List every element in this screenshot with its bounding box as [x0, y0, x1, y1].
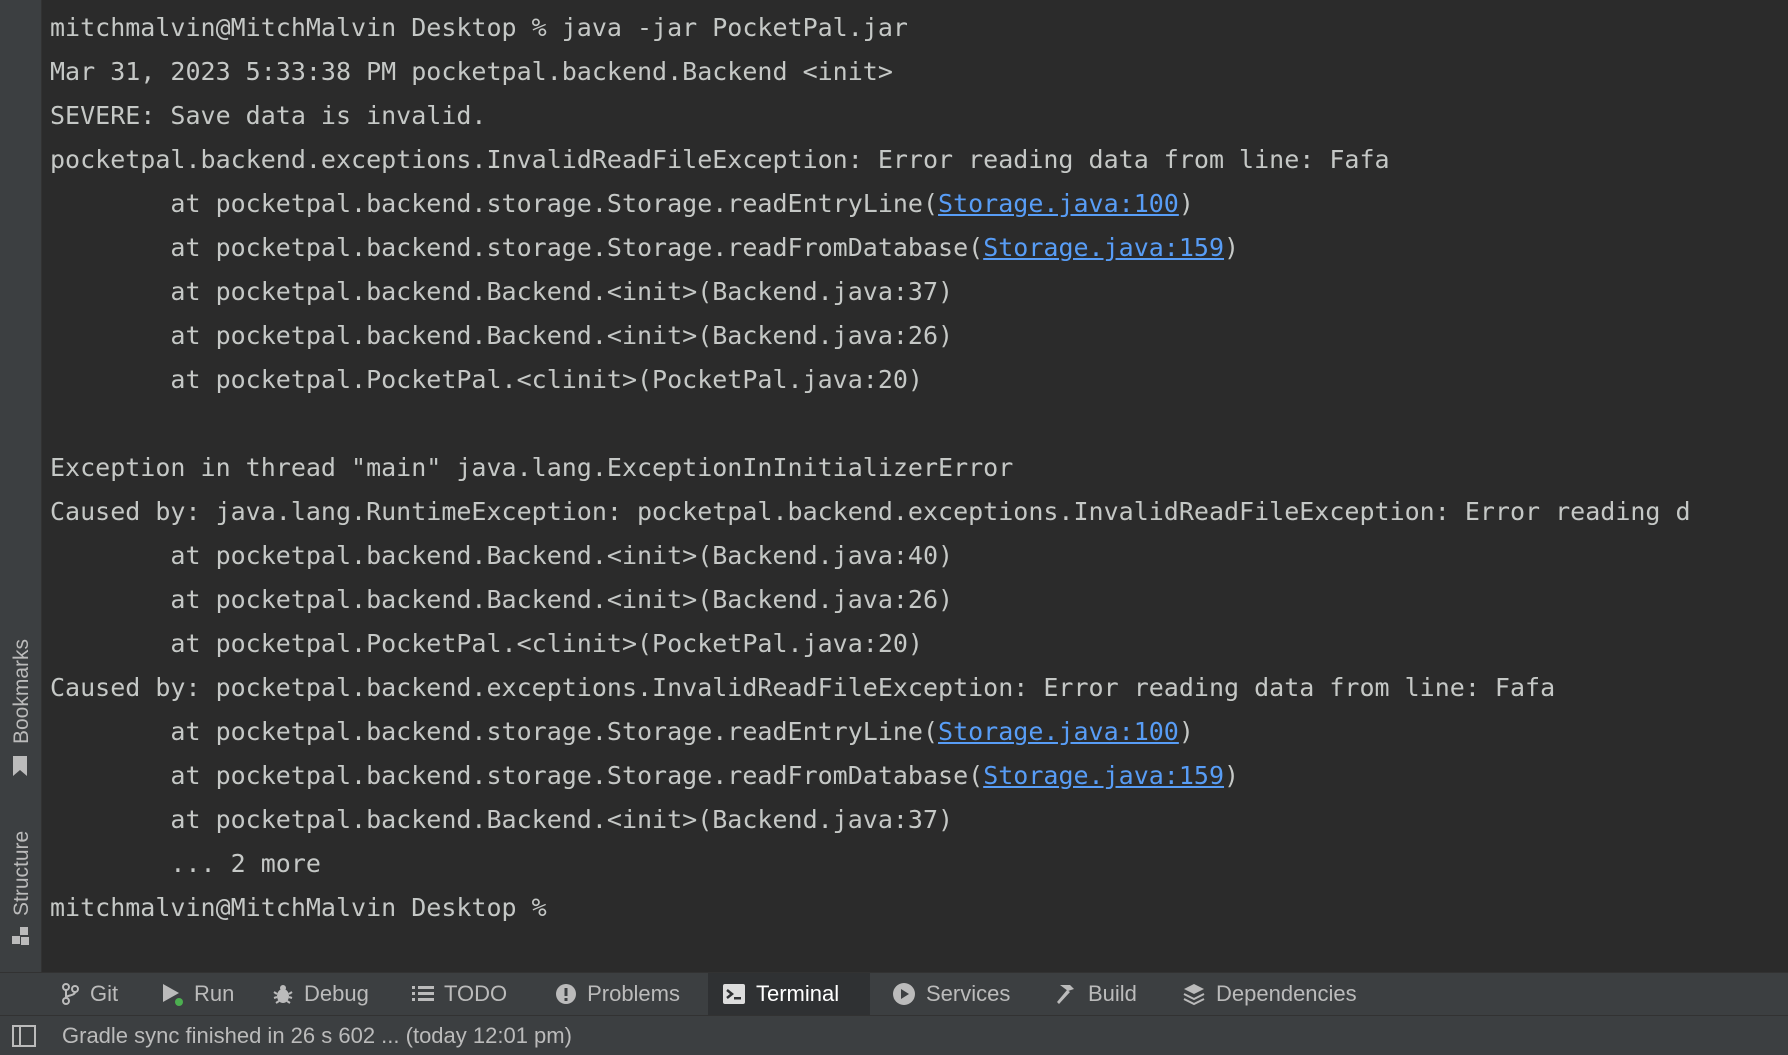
terminal-line: ... 2 more	[50, 849, 321, 878]
tab-dependencies[interactable]: Dependencies	[1168, 973, 1378, 1015]
tab-services[interactable]: Services	[878, 973, 1024, 1015]
tool-windows-toggle-icon[interactable]	[12, 1025, 36, 1047]
terminal-line: at pocketpal.backend.storage.Storage.rea…	[50, 754, 1239, 798]
structure-icon	[12, 927, 30, 951]
terminal-line: Mar 31, 2023 5:33:38 PM pocketpal.backen…	[50, 57, 893, 86]
ide-window: Bookmarks Structure mitchmalvin@MitchMal…	[0, 0, 1788, 1055]
tab-debug[interactable]: Debug	[258, 973, 380, 1015]
terminal-line: Caused by: java.lang.RuntimeException: p…	[50, 497, 1691, 526]
terminal-line: at pocketpal.backend.Backend.<init>(Back…	[50, 277, 954, 306]
source-file-link[interactable]: Storage.java:100	[938, 717, 1179, 746]
terminal-line-text: at pocketpal.backend.storage.Storage.rea…	[50, 717, 939, 746]
tab-terminal[interactable]: Terminal	[708, 973, 870, 1015]
terminal-line: at pocketpal.PocketPal.<clinit>(PocketPa…	[50, 365, 923, 394]
status-bar: Gradle sync finished in 26 s 602 ... (to…	[0, 1015, 1788, 1055]
bookmarks-label: Bookmarks	[10, 638, 33, 744]
git-branch-icon	[60, 982, 80, 1006]
terminal-line-text: )	[1178, 189, 1194, 218]
bookmarks-tool-tab[interactable]: Bookmarks	[0, 620, 41, 780]
terminal-line: at pocketpal.backend.Backend.<init>(Back…	[50, 321, 954, 350]
debug-icon	[272, 982, 294, 1006]
terminal-line-text: )	[1224, 233, 1240, 262]
status-message[interactable]: Gradle sync finished in 26 s 602 ... (to…	[62, 1016, 572, 1055]
build-icon	[1054, 982, 1078, 1006]
todo-icon	[412, 982, 434, 1006]
terminal-line: at pocketpal.PocketPal.<clinit>(PocketPa…	[50, 629, 923, 658]
tab-build-label: Build	[1088, 981, 1137, 1006]
tab-services-label: Services	[926, 981, 1011, 1006]
terminal-icon	[722, 982, 746, 1006]
terminal-line: at pocketpal.backend.storage.Storage.rea…	[50, 226, 1239, 270]
tab-problems[interactable]: Problems	[540, 973, 696, 1015]
terminal-line-text: )	[1224, 761, 1240, 790]
terminal-line-text: at pocketpal.backend.storage.Storage.rea…	[50, 761, 984, 790]
tab-todo[interactable]: TODO	[398, 973, 516, 1015]
terminal-line: at pocketpal.backend.Backend.<init>(Back…	[50, 541, 954, 570]
tab-build[interactable]: Build	[1040, 973, 1146, 1015]
terminal-line: Exception in thread "main" java.lang.Exc…	[50, 453, 1014, 482]
services-icon	[892, 982, 916, 1006]
terminal-line: pocketpal.backend.exceptions.InvalidRead…	[50, 145, 1390, 174]
terminal-line-text: at pocketpal.backend.storage.Storage.rea…	[50, 189, 939, 218]
terminal-line: at pocketpal.backend.Backend.<init>(Back…	[50, 585, 954, 614]
source-file-link[interactable]: Storage.java:100	[938, 189, 1179, 218]
tab-todo-label: TODO	[444, 981, 508, 1006]
run-icon	[160, 982, 184, 1006]
tab-problems-label: Problems	[587, 981, 680, 1006]
terminal-line: at pocketpal.backend.Backend.<init>(Back…	[50, 805, 954, 834]
terminal-line: SEVERE: Save data is invalid.	[50, 101, 487, 130]
tab-git-label: Git	[90, 981, 119, 1006]
problems-icon	[554, 982, 577, 1006]
structure-label: Structure	[10, 830, 33, 916]
tab-terminal-label: Terminal	[756, 981, 840, 1006]
dependencies-icon	[1182, 982, 1206, 1006]
terminal-line: mitchmalvin@MitchMalvin Desktop % java -…	[50, 13, 908, 42]
bottom-tool-window-bar: Git Run Debug TODO Problems Terminal Ser…	[0, 972, 1788, 1015]
tab-dependencies-label: Dependencies	[1216, 981, 1357, 1006]
left-tool-strip: Bookmarks Structure	[0, 0, 42, 972]
terminal-line: mitchmalvin@MitchMalvin Desktop %	[50, 893, 562, 922]
terminal-line: Caused by: pocketpal.backend.exceptions.…	[50, 673, 1556, 702]
tab-run-label: Run	[194, 981, 235, 1006]
bookmark-icon	[12, 755, 28, 783]
tab-git[interactable]: Git	[46, 973, 128, 1015]
terminal-line: at pocketpal.backend.storage.Storage.rea…	[50, 182, 1194, 226]
tab-run[interactable]: Run	[146, 973, 246, 1015]
tab-debug-label: Debug	[304, 981, 369, 1006]
terminal-line-text: )	[1178, 717, 1194, 746]
terminal-output[interactable]: mitchmalvin@MitchMalvin Desktop % java -…	[42, 0, 1788, 972]
source-file-link[interactable]: Storage.java:159	[983, 761, 1224, 790]
terminal-line: at pocketpal.backend.storage.Storage.rea…	[50, 710, 1194, 754]
terminal-line-text: at pocketpal.backend.storage.Storage.rea…	[50, 233, 984, 262]
structure-tool-tab[interactable]: Structure	[0, 810, 41, 950]
source-file-link[interactable]: Storage.java:159	[983, 233, 1224, 262]
